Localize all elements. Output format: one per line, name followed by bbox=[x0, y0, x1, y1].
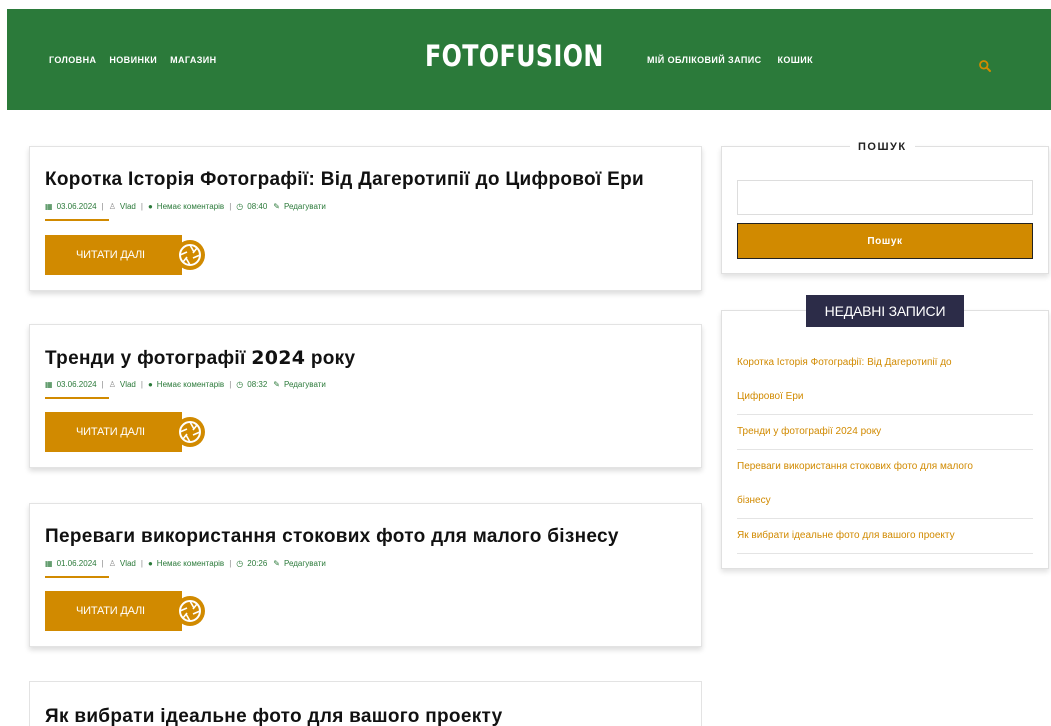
calendar-icon: ▦ bbox=[45, 202, 53, 211]
comments-icon: ● bbox=[147, 380, 153, 389]
post-time: 08:32 bbox=[247, 380, 268, 389]
nav-item-account[interactable]: МІЙ ОБЛІКОВИЙ ЗАПИС bbox=[647, 55, 762, 65]
calendar-icon: ▦ bbox=[45, 380, 53, 389]
site-logo[interactable]: FOTOFUSION bbox=[425, 39, 604, 73]
post-card: Коротка Історія Фотографії: Від Дагероти… bbox=[29, 146, 702, 291]
post-time: 08:40 bbox=[247, 202, 268, 211]
recent-posts-widget: НЕДАВНІ ЗАПИСИ Коротка Історія Фотографі… bbox=[721, 295, 1049, 569]
recent-posts-list: Коротка Історія Фотографії: Від Дагероти… bbox=[737, 346, 1033, 554]
post-title[interactable]: Як вибрати ідеальне фото для вашого прое… bbox=[45, 706, 502, 726]
post-author[interactable]: Vlad bbox=[120, 202, 136, 211]
post-meta: ▦ 03.06.2024 | ♙ Vlad | ● Немає коментар… bbox=[45, 202, 326, 211]
nav-item-shop[interactable]: МАГАЗИН bbox=[170, 55, 216, 65]
read-more-button[interactable]: ЧИТАТИ ДАЛІ bbox=[45, 235, 182, 275]
search-button[interactable]: Пошук bbox=[737, 223, 1033, 259]
recent-post-link[interactable]: Як вибрати ідеальне фото для вашого прое… bbox=[737, 519, 1033, 554]
post-comments[interactable]: Немає коментарів bbox=[157, 380, 224, 389]
comments-icon: ● bbox=[147, 202, 153, 211]
post-date[interactable]: 03.06.2024 bbox=[57, 202, 97, 211]
post-card: Як вибрати ідеальне фото для вашого прое… bbox=[29, 681, 702, 726]
recent-post-link[interactable]: Тренди у фотографії 2024 року bbox=[737, 415, 1033, 450]
title-underline bbox=[45, 219, 109, 221]
comments-icon: ● bbox=[147, 559, 153, 568]
edit-icon: ✎ bbox=[273, 380, 280, 389]
post-title[interactable]: Переваги використання стокових фото для … bbox=[45, 526, 619, 548]
nav-item-home[interactable]: ГОЛОВНА bbox=[49, 55, 96, 65]
recent-post-link[interactable]: Коротка Історія Фотографії: Від Дагероти… bbox=[737, 346, 1033, 415]
post-author[interactable]: Vlad bbox=[120, 380, 136, 389]
post-author[interactable]: Vlad bbox=[120, 559, 136, 568]
user-icon: ♙ bbox=[108, 202, 116, 211]
edit-link[interactable]: Редагувати bbox=[284, 559, 326, 568]
edit-link[interactable]: Редагувати bbox=[284, 202, 326, 211]
user-icon: ♙ bbox=[108, 559, 116, 568]
clock-icon: ◷ bbox=[236, 380, 244, 389]
clock-icon: ◷ bbox=[236, 559, 244, 568]
aperture-icon bbox=[175, 596, 205, 626]
post-meta: ▦ 01.06.2024 | ♙ Vlad | ● Немає коментар… bbox=[45, 559, 326, 568]
user-icon: ♙ bbox=[108, 380, 116, 389]
post-time: 20:26 bbox=[247, 559, 268, 568]
aperture-icon bbox=[175, 240, 205, 270]
post-card: Тренди у фотографії 2024 року ▦ 03.06.20… bbox=[29, 324, 702, 468]
site-header: ГОЛОВНА НОВИНКИ МАГАЗИН FOTOFUSION МІЙ О… bbox=[7, 9, 1051, 110]
main-nav-left: ГОЛОВНА НОВИНКИ МАГАЗИН bbox=[49, 55, 217, 65]
search-widget-title: ПОШУК bbox=[850, 141, 915, 153]
search-icon[interactable] bbox=[978, 59, 992, 73]
post-title[interactable]: Тренди у фотографії 2024 року bbox=[45, 347, 355, 370]
post-meta: ▦ 03.06.2024 | ♙ Vlad | ● Немає коментар… bbox=[45, 380, 326, 389]
read-more-button[interactable]: ЧИТАТИ ДАЛІ bbox=[45, 591, 182, 631]
nav-item-new[interactable]: НОВИНКИ bbox=[109, 55, 157, 65]
main-nav-right: МІЙ ОБЛІКОВИЙ ЗАПИС КОШИК bbox=[647, 55, 813, 65]
recent-posts-title: НЕДАВНІ ЗАПИСИ bbox=[806, 295, 964, 327]
search-widget: ПОШУК Пошук bbox=[721, 141, 1049, 274]
post-card: Переваги використання стокових фото для … bbox=[29, 503, 702, 647]
title-underline bbox=[45, 397, 109, 399]
calendar-icon: ▦ bbox=[45, 559, 53, 568]
title-underline bbox=[45, 576, 109, 578]
nav-item-cart[interactable]: КОШИК bbox=[778, 55, 814, 65]
clock-icon: ◷ bbox=[236, 202, 244, 211]
edit-icon: ✎ bbox=[273, 559, 280, 568]
post-comments[interactable]: Немає коментарів bbox=[157, 202, 224, 211]
edit-link[interactable]: Редагувати bbox=[284, 380, 326, 389]
aperture-icon bbox=[175, 417, 205, 447]
post-date[interactable]: 03.06.2024 bbox=[57, 380, 97, 389]
recent-post-link[interactable]: Переваги використання стокових фото для … bbox=[737, 450, 1033, 519]
edit-icon: ✎ bbox=[273, 202, 280, 211]
post-title[interactable]: Коротка Історія Фотографії: Від Дагероти… bbox=[45, 169, 644, 191]
post-date[interactable]: 01.06.2024 bbox=[57, 559, 97, 568]
search-input[interactable] bbox=[737, 180, 1033, 215]
read-more-button[interactable]: ЧИТАТИ ДАЛІ bbox=[45, 412, 182, 452]
post-comments[interactable]: Немає коментарів bbox=[157, 559, 224, 568]
